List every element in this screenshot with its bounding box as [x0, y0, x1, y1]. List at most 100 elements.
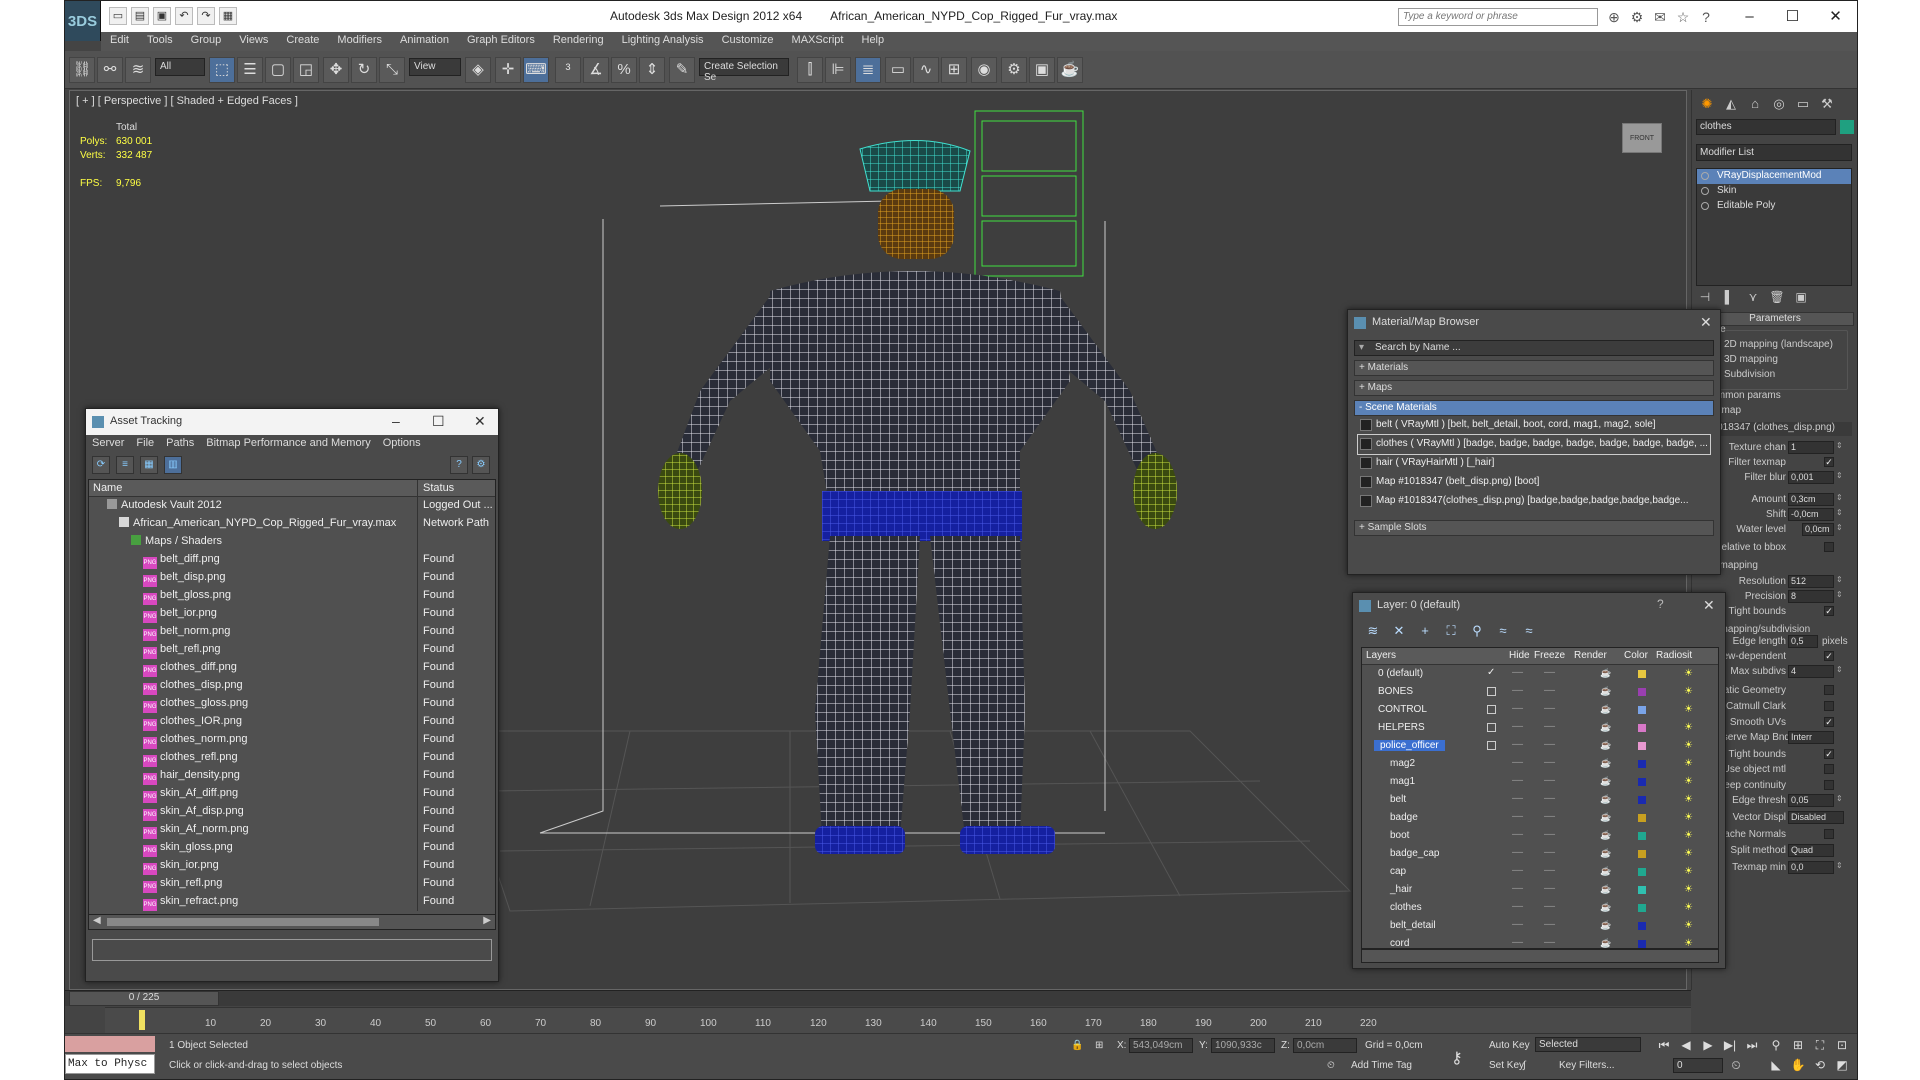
material-editor-icon[interactable]: ◉: [971, 57, 997, 83]
hide-toggle[interactable]: ––: [1512, 739, 1523, 750]
add-time-tag[interactable]: Add Time Tag: [1351, 1060, 1412, 1071]
current-frame-marker[interactable]: [139, 1010, 145, 1030]
radiosity-column-header[interactable]: Radiosit: [1656, 650, 1692, 661]
asset-tracking-titlebar[interactable]: Asset Tracking – ☐ ✕: [86, 409, 498, 435]
hide-toggle[interactable]: ––: [1512, 685, 1523, 696]
precision-input[interactable]: 8: [1788, 590, 1834, 603]
layer-name[interactable]: mag1: [1390, 776, 1415, 787]
material-item[interactable]: belt ( VRayMtl ) [belt, belt_detail, boo…: [1358, 416, 1710, 435]
status-column-header[interactable]: Status: [423, 482, 454, 494]
table-row[interactable]: PNG skin_Af_diff.png Found: [89, 785, 495, 803]
max-subdivs-input[interactable]: 4: [1788, 665, 1834, 678]
render-column-header[interactable]: Render: [1574, 650, 1607, 661]
field-of-view-icon[interactable]: ◣: [1767, 1058, 1785, 1074]
play-icon[interactable]: ▶: [1699, 1038, 1717, 1054]
reference-coordinate-dropdown[interactable]: View: [409, 58, 461, 76]
layer-row[interactable]: 0 (default) ✓ –– –– ☕ ☀: [1362, 665, 1718, 683]
amount-input[interactable]: 0,3cm: [1788, 493, 1834, 506]
material-item[interactable]: Map #1018347(clothes_disp.png) [badge,ba…: [1358, 492, 1710, 511]
material-item[interactable]: Map #1018347 (clothes_disp.png) [cap]: [1358, 511, 1710, 514]
tight-bounds-3d-checkbox[interactable]: ✓: [1824, 749, 1834, 759]
current-layer-checkbox[interactable]: [1487, 723, 1496, 732]
named-selection-sets-dropdown[interactable]: Create Selection Se: [699, 58, 789, 83]
asset-menu-server[interactable]: Server: [92, 437, 124, 451]
undo-icon[interactable]: ↶: [175, 7, 193, 25]
scale-icon[interactable]: ⤡: [379, 57, 405, 83]
rotate-icon[interactable]: ↻: [351, 57, 377, 83]
set-key-button[interactable]: Set Key: [1489, 1060, 1524, 1071]
list-view-icon[interactable]: ≡: [116, 456, 134, 474]
app-logo[interactable]: 3DS: [65, 1, 101, 41]
angle-snap-icon[interactable]: ∡: [583, 57, 609, 83]
next-frame-icon[interactable]: ▶|: [1721, 1038, 1739, 1054]
snaps-toggle-icon[interactable]: ³: [555, 57, 581, 83]
help-icon[interactable]: ?: [1697, 8, 1715, 26]
render-teapot-icon[interactable]: ☕: [1600, 776, 1611, 787]
menu-views[interactable]: Views: [230, 32, 277, 51]
hide-toggle[interactable]: ––: [1512, 721, 1523, 732]
name-column-header[interactable]: Name: [93, 482, 122, 494]
selection-filter-dropdown[interactable]: Selected: [1535, 1037, 1641, 1052]
freeze-toggle[interactable]: ––: [1544, 937, 1555, 948]
hide-toggle[interactable]: ––: [1512, 775, 1523, 786]
render-teapot-icon[interactable]: ☕: [1600, 758, 1611, 769]
mirror-icon[interactable]: ⫿: [797, 57, 823, 83]
layer-color-swatch[interactable]: [1638, 670, 1646, 678]
hide-column-header[interactable]: Hide: [1509, 650, 1530, 661]
hide-toggle[interactable]: ––: [1512, 937, 1523, 948]
favorites-icon[interactable]: ☆: [1674, 8, 1692, 26]
freeze-toggle[interactable]: ––: [1544, 811, 1555, 822]
layer-color-swatch[interactable]: [1638, 832, 1646, 840]
radiosity-icon[interactable]: ☀: [1684, 758, 1693, 769]
add-to-layer-icon[interactable]: +: [1417, 623, 1433, 639]
material-category[interactable]: - Scene Materials: [1354, 400, 1714, 416]
classic-catmull-checkbox[interactable]: [1824, 701, 1834, 711]
keyboard-shortcut-override-icon[interactable]: ⌨: [523, 57, 549, 83]
radiosity-icon[interactable]: ☀: [1684, 938, 1693, 948]
asset-path-field[interactable]: [92, 939, 492, 961]
texmap-button[interactable]: #1018347 (clothes_disp.png): [1706, 422, 1852, 436]
align-icon[interactable]: ⊫: [825, 57, 851, 83]
configure-sets-icon[interactable]: ▣: [1792, 290, 1810, 306]
maxscript-listener-output[interactable]: [65, 1036, 155, 1052]
freeze-toggle[interactable]: ––: [1544, 793, 1555, 804]
asset-menu-paths[interactable]: Paths: [166, 437, 194, 451]
hide-toggle[interactable]: ––: [1512, 883, 1523, 894]
display-tab-icon[interactable]: ▭: [1792, 94, 1814, 114]
close-icon[interactable]: ✕: [1814, 1, 1857, 32]
current-frame-field[interactable]: 0: [1673, 1058, 1723, 1073]
table-row[interactable]: PNG belt_ior.png Found: [89, 605, 495, 623]
layer-name[interactable]: _hair: [1390, 884, 1412, 895]
table-row[interactable]: PNG clothes_IOR.png Found: [89, 713, 495, 731]
select-object-icon[interactable]: ⬚: [209, 57, 235, 83]
rendered-frame-window-icon[interactable]: ▣: [1029, 57, 1055, 83]
select-in-layer-icon[interactable]: ⛶: [1443, 623, 1459, 639]
help-search-input[interactable]: Type a keyword or phrase: [1398, 8, 1598, 26]
material-item[interactable]: Map #1018347 (belt_disp.png) [boot]: [1358, 473, 1710, 492]
render-teapot-icon[interactable]: ☕: [1600, 794, 1611, 805]
pan-icon[interactable]: ✋: [1789, 1058, 1807, 1074]
render-teapot-icon[interactable]: ☕: [1600, 902, 1611, 913]
hierarchy-tab-icon[interactable]: ⌂: [1744, 94, 1766, 114]
smooth-uvs-checkbox[interactable]: ✓: [1824, 717, 1834, 727]
hide-toggle[interactable]: ––: [1512, 829, 1523, 840]
asset-menu-options[interactable]: Options: [383, 437, 421, 451]
window-crossing-icon[interactable]: ◲: [293, 57, 319, 83]
edge-length-input[interactable]: 0,5: [1788, 635, 1818, 648]
stack-item[interactable]: VRayDisplacementMod: [1697, 169, 1851, 184]
sample-slots-group[interactable]: + Sample Slots: [1354, 520, 1714, 536]
layer-name[interactable]: badge: [1390, 812, 1418, 823]
layer-color-swatch[interactable]: [1638, 940, 1646, 948]
table-row[interactable]: Autodesk Vault 2012 Logged Out ...: [89, 497, 495, 515]
keep-continuity-checkbox[interactable]: [1824, 780, 1834, 790]
radiosity-icon[interactable]: ☀: [1684, 812, 1693, 823]
freeze-toggle[interactable]: ––: [1544, 703, 1555, 714]
maximize-icon[interactable]: ☐: [1771, 1, 1814, 32]
table-row[interactable]: PNG clothes_gloss.png Found: [89, 695, 495, 713]
grid-view-icon[interactable]: ▥: [164, 456, 182, 474]
layer-row[interactable]: mag1 –– –– ☕ ☀: [1362, 773, 1718, 791]
render-teapot-icon[interactable]: ☕: [1600, 668, 1611, 679]
zoom-extents-icon[interactable]: ⛶: [1811, 1038, 1829, 1054]
layer-name[interactable]: badge_cap: [1390, 848, 1440, 859]
layer-row[interactable]: badge –– –– ☕ ☀: [1362, 809, 1718, 827]
